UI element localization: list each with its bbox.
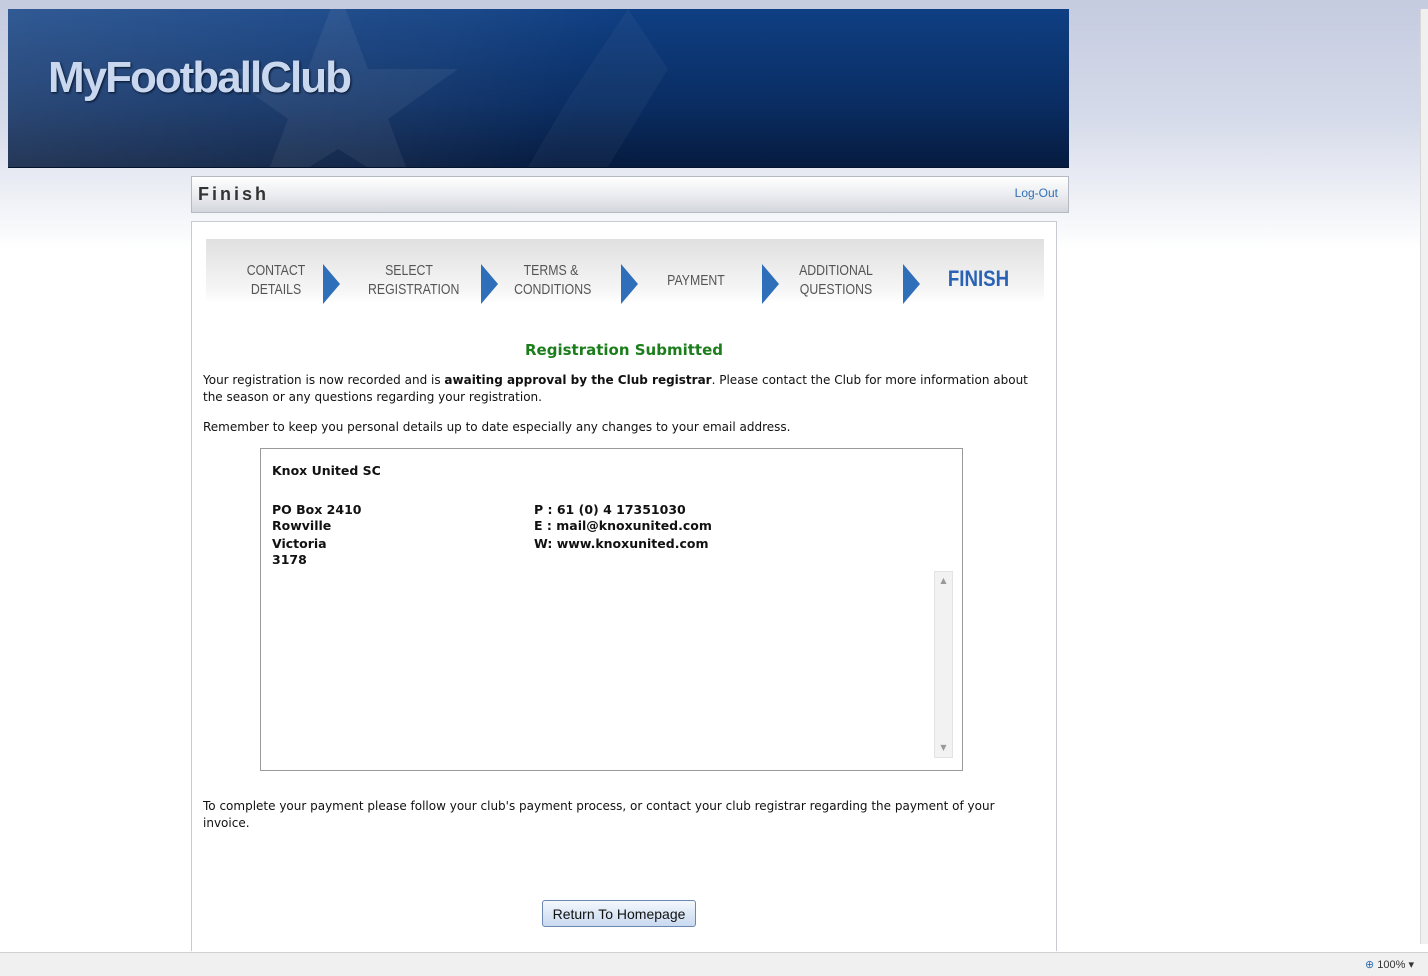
page-title: Finish — [198, 184, 269, 204]
step-contact-details: Contact Details — [243, 261, 309, 299]
step-select-registration: Select Registration — [368, 261, 459, 299]
club-phone: P : 61 (0) 4 17351030 — [534, 502, 686, 517]
club-email: E : mail@knoxunited.com — [534, 518, 712, 533]
step-arrow-icon — [762, 264, 779, 304]
reminder-text: Remember to keep you personal details up… — [203, 420, 791, 434]
step-arrow-icon — [903, 264, 920, 304]
scroll-down-icon[interactable]: ▼ — [935, 742, 952, 754]
step-terms-conditions: Terms & Conditions — [514, 261, 592, 299]
step-label-line1: Select — [385, 262, 433, 279]
club-website: W: www.knoxunited.com — [534, 536, 709, 551]
info-scrollbar[interactable]: ▲ ▼ — [934, 571, 953, 758]
step-label-line1: Terms & — [523, 262, 579, 279]
return-to-homepage-button[interactable]: Return To Homepage — [542, 900, 696, 927]
step-arrow-icon — [621, 264, 638, 304]
step-finish: Finish — [938, 266, 1019, 291]
scroll-up-icon[interactable]: ▲ — [935, 575, 952, 587]
step-label-line2: Details — [250, 281, 302, 298]
club-info-box: Knox United SC PO Box 2410 Rowville Vict… — [260, 448, 963, 771]
zoom-icon: ⊕ — [1364, 959, 1375, 971]
step-label-line2: Conditions — [514, 281, 592, 298]
status-bar: ⊕ 100% ▾ — [0, 952, 1428, 976]
intro-text-start: Your registration is now recorded and is — [203, 373, 445, 387]
step-label-line1: Additional — [799, 262, 873, 279]
intro-text-bold: awaiting approval by the Club registrar — [444, 373, 712, 387]
content-panel: Contact Details Select Registration Term… — [191, 221, 1057, 951]
step-arrow-icon — [481, 264, 498, 304]
progress-steps: Contact Details Select Registration Term… — [206, 239, 1044, 304]
step-label-line1: Payment — [667, 272, 725, 289]
club-name: Knox United SC — [272, 463, 381, 478]
step-additional-questions: Additional Questions — [795, 261, 877, 299]
registration-heading: Registration Submitted — [525, 341, 723, 359]
club-address-line3: Victoria — [272, 536, 327, 551]
step-label-line2: Questions — [799, 281, 873, 298]
chevron-down-icon[interactable]: ▾ — [1408, 959, 1414, 971]
club-address-line1: PO Box 2410 — [272, 502, 362, 517]
site-logo[interactable]: MyFootballClub — [48, 53, 352, 103]
step-label-line1: Finish — [947, 266, 1010, 291]
payment-note: To complete your payment please follow y… — [203, 799, 995, 830]
registration-intro: Your registration is now recorded and is… — [203, 372, 1033, 406]
zoom-control[interactable]: ⊕ 100% ▾ — [1365, 958, 1414, 971]
step-arrow-icon — [323, 264, 340, 304]
step-label-line1: Contact — [246, 262, 306, 279]
zoom-level: 100% — [1377, 959, 1406, 971]
page-titlebar: Finish Log-Out — [191, 176, 1069, 213]
logout-link[interactable]: Log-Out — [1015, 186, 1058, 200]
club-address-line2: Rowville — [272, 518, 332, 533]
window-scrollbar[interactable] — [1420, 9, 1428, 944]
site-banner: MyFootballClub — [8, 9, 1069, 168]
club-address-line4: 3178 — [272, 552, 307, 567]
step-payment: Payment — [655, 271, 737, 290]
step-label-line2: Registration — [368, 281, 460, 298]
